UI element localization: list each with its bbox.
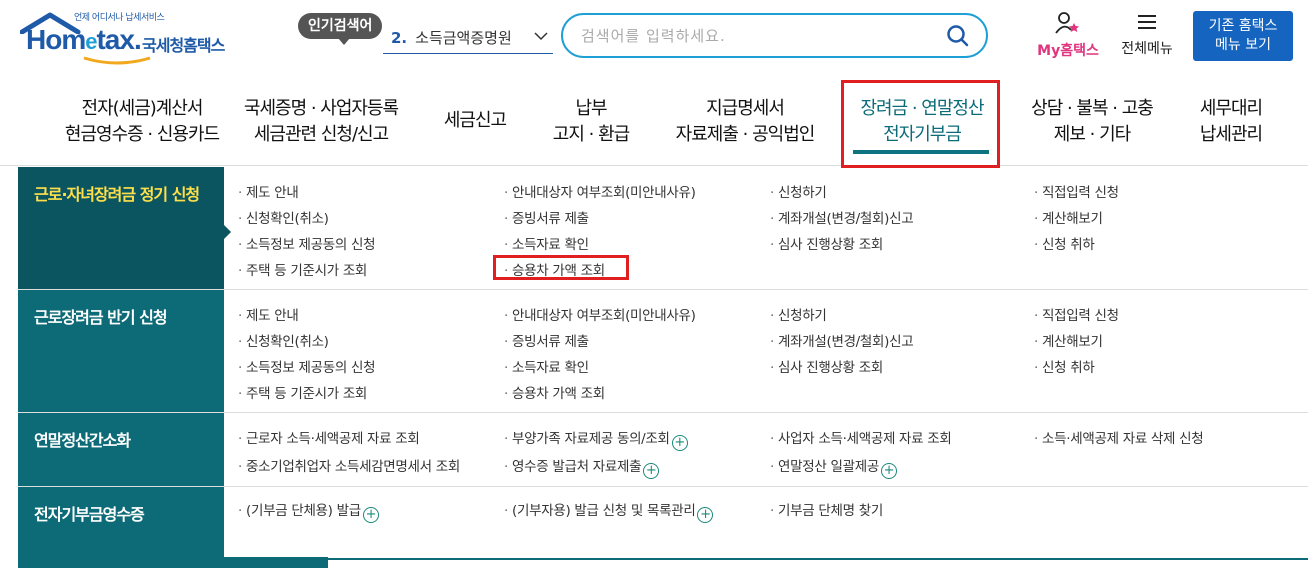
section-title[interactable]: 근로장려금 반기 신청 (18, 290, 224, 412)
popular-search-badge: 인기검색어 (298, 13, 383, 45)
gnb-item-consultation[interactable]: 상담 · 불복 · 고충 제보 · 기타 (1026, 96, 1158, 148)
menu-link[interactable]: · 근로자 소득·세액공제 자료 조회 (238, 427, 420, 447)
highlight-box-gnb (841, 80, 1000, 168)
search-box (561, 13, 988, 58)
my-hometax-button[interactable]: My홈택스 (1032, 12, 1104, 60)
gnb-label: 고지 · 환급 (552, 124, 630, 145)
user-star-icon (1055, 12, 1079, 34)
hamburger-menu-icon (1138, 15, 1156, 29)
section-yearend-simplified: 연말정산간소화 · 근로자 소득·세액공제 자료 조회 · 부양가족 자료제공 동의… (18, 413, 1308, 487)
popular-search-rank: 2. (391, 28, 408, 47)
gnb-label: 세무대리 (1199, 98, 1263, 119)
menu-link[interactable]: · 소득정보 제공동의 신청 (238, 233, 375, 253)
menu-link[interactable]: · 계산해보기 (1034, 207, 1103, 227)
gnb-item-e-invoice[interactable]: 전자(세금)계산서 현금영수증 · 신용카드 (58, 96, 226, 148)
menu-link[interactable]: · (기부자용) 발급 신청 및 목록관리 + (504, 499, 714, 523)
menu-link[interactable]: · 연말정산 일괄제공 + (770, 455, 897, 479)
legacy-menu-button[interactable]: 기존 홈택스 메뉴 보기 (1193, 11, 1293, 61)
all-menu-button[interactable]: 전체메뉴 (1114, 12, 1180, 58)
expand-plus-icon[interactable]: + (697, 507, 714, 523)
menu-link[interactable]: · 심사 진행상황 조회 (770, 233, 883, 253)
all-menu-label: 전체메뉴 (1121, 41, 1173, 57)
menu-link[interactable]: · (기부금 단체용) 발급 + (238, 499, 379, 523)
menu-link[interactable]: · 계좌개설(변경/철회)신고 (770, 207, 914, 227)
gnb-label: 세금관련 신청/신고 (253, 124, 389, 145)
global-navigation: 전자(세금)계산서 현금영수증 · 신용카드 국세증명 · 사업자등록 세금관련… (0, 80, 1308, 166)
gnb-label: 지급명세서 (706, 98, 785, 119)
menu-link[interactable]: · 계산해보기 (1034, 330, 1103, 350)
menu-link[interactable]: · 부양가족 자료제공 동의/조회 + (504, 427, 688, 451)
menu-link[interactable]: · 직접입력 신청 (1034, 181, 1119, 201)
gnb-item-tax-filing[interactable]: 세금신고 (434, 108, 516, 134)
menu-link[interactable]: · 신청하기 (770, 304, 827, 324)
menu-link[interactable]: · 영수증 발급처 자료제출 + (504, 455, 660, 479)
popular-search-select[interactable]: 2. 소득금액증명원 (383, 22, 553, 54)
menu-link[interactable]: · 소득자료 확인 (504, 356, 589, 376)
expand-plus-icon[interactable]: + (643, 463, 660, 479)
menu-link[interactable]: · 안내대상자 여부조회(미안내사유) (504, 181, 696, 201)
logo-org-name: 국세청홈택스 (142, 36, 225, 55)
footer-divider (328, 558, 1308, 560)
menu-link[interactable]: · 안내대상자 여부조회(미안내사유) (504, 304, 696, 324)
gnb-label: 상담 · 불복 · 고충 (1031, 98, 1154, 119)
menu-link[interactable]: · 심사 진행상황 조회 (770, 356, 883, 376)
menu-link[interactable]: · 승용차 가액 조회 (504, 382, 605, 402)
menu-link[interactable]: · 신청 취하 (1034, 356, 1095, 376)
gnb-item-payment[interactable]: 납부 고지 · 환급 (546, 96, 636, 148)
menu-link[interactable]: · 직접입력 신청 (1034, 304, 1119, 324)
gnb-item-certificates[interactable]: 국세증명 · 사업자등록 세금관련 신청/신고 (238, 96, 404, 148)
hometax-logo[interactable]: 언제 어디서나 납세서비스 Hometax. 국세청홈택스 (20, 10, 240, 66)
gnb-label: 국세증명 · 사업자등록 (243, 98, 399, 119)
search-input[interactable] (581, 23, 941, 49)
menu-link[interactable]: · 신청 취하 (1034, 233, 1095, 253)
gnb-label: 전자(세금)계산서 (81, 98, 204, 119)
section-incentive-regular: 근로·자녀장려금 정기 신청 · 제도 안내 · 안내대상자 여부조회(미안내사유)… (18, 167, 1308, 290)
gnb-label: 납세관리 (1199, 124, 1263, 145)
legacy-menu-line1: 기존 홈택스 (1208, 18, 1278, 34)
menu-link[interactable]: · 기부금 단체명 찾기 (770, 499, 883, 519)
menu-link[interactable]: · 신청확인(취소) (238, 207, 329, 227)
section-incentive-half: 근로장려금 반기 신청 · 제도 안내 · 안내대상자 여부조회(미안내사유) · 신… (18, 290, 1308, 413)
menu-link[interactable]: · 소득자료 확인 (504, 233, 589, 253)
search-icon[interactable] (946, 24, 970, 48)
menu-link[interactable]: · 증빙서류 제출 (504, 207, 589, 227)
menu-link[interactable]: · 증빙서류 제출 (504, 330, 589, 350)
gnb-item-tax-agent[interactable]: 세무대리 납세관리 (1190, 96, 1272, 148)
gnb-label: 자료제출 · 공익법인 (675, 124, 816, 145)
menu-link[interactable]: · 제도 안내 (238, 181, 299, 201)
section-title[interactable]: 전자기부금영수증 (18, 487, 224, 568)
section-title[interactable]: 근로·자녀장려금 정기 신청 (18, 167, 231, 289)
gnb-item-payment-statement[interactable]: 지급명세서 자료제출 · 공익법인 (670, 96, 820, 148)
menu-link[interactable]: · 제도 안내 (238, 304, 299, 324)
menu-link[interactable]: · 소득·세액공제 자료 삭제 신청 (1034, 427, 1204, 447)
gnb-label: 세금신고 (443, 110, 507, 131)
menu-link[interactable]: · 신청확인(취소) (238, 330, 329, 350)
section-title[interactable]: 연말정산간소화 (18, 413, 224, 486)
expand-plus-icon[interactable]: + (880, 463, 897, 479)
menu-link[interactable]: · 계좌개설(변경/철회)신고 (770, 330, 914, 350)
my-hometax-label: My홈택스 (1037, 43, 1099, 59)
gnb-label: 현금영수증 · 신용카드 (64, 124, 220, 145)
logo-wordmark: Hometax. (26, 24, 142, 55)
menu-link[interactable]: · 소득정보 제공동의 신청 (238, 356, 375, 376)
expand-plus-icon[interactable]: + (362, 507, 379, 523)
menu-link[interactable]: · 중소기업취업자 소득세감면명세서 조회 (238, 455, 460, 475)
menu-link[interactable]: · 사업자 소득·세액공제 자료 조회 (770, 427, 952, 447)
gnb-label: 납부 (575, 98, 607, 119)
logo-subtitle: 언제 어디서나 납세서비스 (74, 13, 165, 23)
popular-search-term: 소득금액증명원 (415, 29, 512, 47)
menu-link[interactable]: · 주택 등 기준시가 조회 (238, 259, 367, 279)
gnb-label: 제보 · 기타 (1053, 124, 1131, 145)
menu-link[interactable]: · 주택 등 기준시가 조회 (238, 382, 367, 402)
legacy-menu-line2: 메뉴 보기 (1215, 37, 1271, 53)
expand-plus-icon[interactable]: + (671, 435, 688, 451)
section-e-donation-receipt: 전자기부금영수증 · (기부금 단체용) 발급 + · (기부자용) 발급 신청 및 … (18, 487, 1308, 568)
chevron-down-icon (534, 32, 548, 41)
footer-teal-strip (18, 557, 328, 568)
logo-swoosh-icon (83, 56, 151, 65)
mega-menu: 근로·자녀장려금 정기 신청 · 제도 안내 · 안내대상자 여부조회(미안내사유)… (18, 167, 1308, 568)
highlight-box-car-value (493, 255, 629, 280)
menu-link[interactable]: · 신청하기 (770, 181, 827, 201)
